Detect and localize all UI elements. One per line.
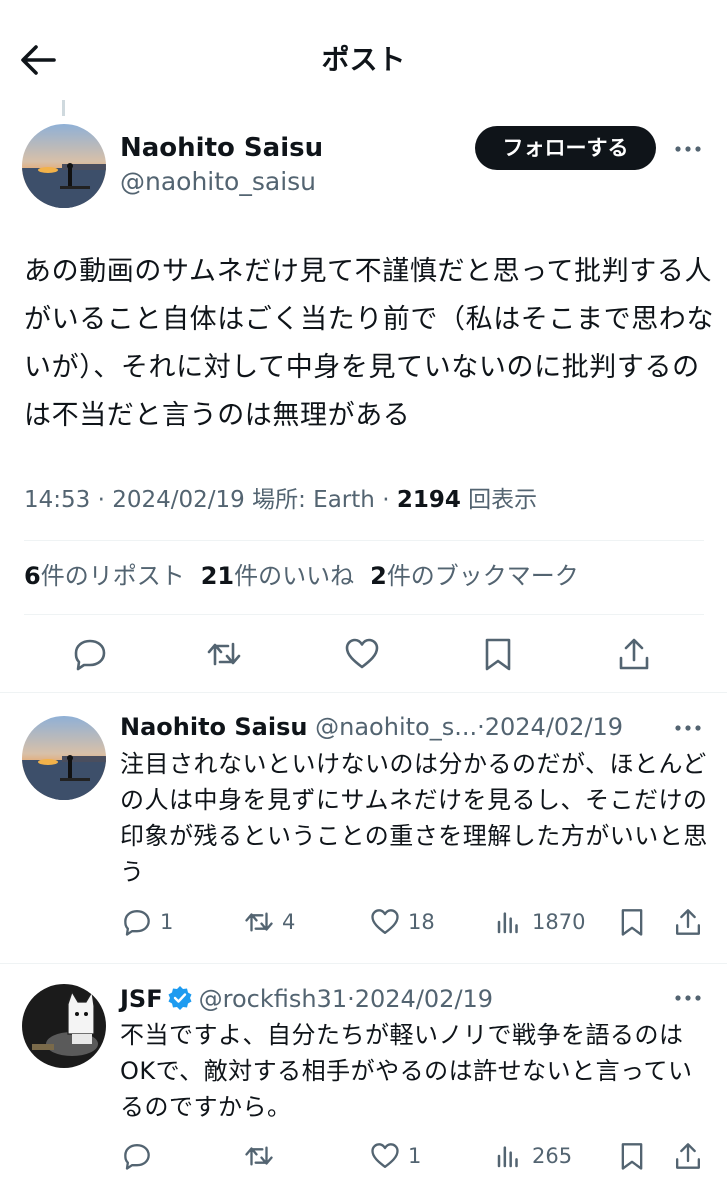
views-icon [497, 912, 518, 934]
more-icon[interactable] [673, 144, 703, 154]
reply-avatar[interactable] [22, 984, 106, 1068]
views-icon [497, 1146, 518, 1168]
reply-action[interactable]: 1 [122, 905, 173, 939]
bookmark-glyph [621, 909, 643, 936]
like-count: 18 [408, 910, 435, 934]
bookmarks-count: 2 [370, 562, 387, 590]
repost-action[interactable] [244, 1139, 282, 1173]
post-date: 2024/02/19 [112, 487, 245, 513]
reply-text: 不当ですよ、自分たちが軽いノリで戦争を語るのはOKで、敵対する相手がやるのは許せ… [120, 1021, 693, 1121]
share-glyph [676, 1143, 700, 1169]
reply-date[interactable]: 2024/02/19 [485, 713, 623, 741]
reposts-stat[interactable]: 6件のリポスト [24, 562, 185, 590]
reply-author-name[interactable]: Naohito Saisu [120, 713, 307, 741]
like-count: 1 [408, 1144, 422, 1168]
reposts-count: 6 [24, 562, 41, 590]
post-time: 14:53 [24, 487, 91, 513]
reply-icon [124, 910, 150, 936]
bookmark-icon[interactable] [617, 905, 655, 939]
post-location: 場所: Earth [252, 487, 375, 513]
like-action[interactable]: 18 [370, 905, 435, 939]
share-icon[interactable] [673, 905, 711, 939]
reply-author-name[interactable]: JSF [120, 985, 163, 1013]
repost-icon[interactable] [206, 636, 242, 672]
thread-connector [62, 100, 65, 116]
more-icon[interactable] [673, 723, 703, 733]
bookmark-icon[interactable] [617, 1139, 655, 1173]
author-handle[interactable]: @naohito_saisu [120, 166, 316, 198]
bookmarks-stat[interactable]: 2件のブックマーク [370, 562, 579, 590]
divider [0, 692, 727, 693]
page-title: ポスト [321, 43, 406, 76]
views-count: 265 [532, 1144, 573, 1168]
reply-date[interactable]: 2024/02/19 [355, 985, 493, 1013]
views-action[interactable]: 265 [494, 1139, 572, 1173]
share-icon[interactable] [673, 1139, 711, 1173]
reply-action[interactable] [122, 1139, 160, 1173]
like-action[interactable]: 1 [370, 1139, 421, 1173]
bookmark-icon[interactable] [480, 636, 516, 672]
top-bar: ポスト [0, 0, 727, 118]
reply-icon[interactable] [72, 636, 108, 672]
repost-icon [245, 912, 273, 932]
repost-icon [245, 1146, 273, 1166]
likes-label: 件のいいね [234, 562, 355, 590]
views-action[interactable]: 1870 [494, 905, 585, 939]
author-name[interactable]: Naohito Saisu [120, 130, 323, 166]
divider [24, 540, 704, 541]
likes-stat[interactable]: 21件のいいね [201, 562, 354, 590]
views-count: 1870 [532, 910, 586, 934]
verified-badge-icon [167, 985, 193, 1011]
reply-icon [124, 1144, 150, 1170]
likes-count: 21 [200, 562, 235, 590]
bookmark-glyph [621, 1143, 643, 1170]
reply-author-handle[interactable]: @rockfish31 [199, 985, 348, 1013]
reply-header: JSF @rockfish31·2024/02/19 [120, 985, 494, 1013]
reply-author-handle[interactable]: @naohito_s... [315, 713, 477, 741]
author-avatar[interactable] [22, 124, 106, 208]
post-stats: 6件のリポスト 21件のいいね 2件のブックマーク [24, 558, 579, 594]
share-glyph [676, 909, 700, 935]
reply-avatar[interactable] [22, 716, 106, 800]
reply-count: 1 [160, 910, 174, 934]
follow-button[interactable]: フォローする [475, 126, 656, 170]
views-label: 回表示 [468, 487, 538, 513]
share-icon[interactable] [616, 636, 652, 672]
divider [0, 963, 727, 964]
more-icon[interactable] [673, 993, 703, 1003]
like-icon[interactable] [344, 636, 380, 672]
repost-count: 4 [282, 910, 296, 934]
reposts-label: 件のリポスト [40, 562, 185, 590]
divider [24, 614, 704, 615]
reply-text: 注目されないといけないのは分かるのだが、ほとんどの人は中身を見ずにサムネだけを見… [120, 750, 708, 886]
views-count: 2194 [396, 487, 461, 513]
post-text: あの動画のサムネだけ見て不謹慎だと思って批判する人がいること自体はごく当たり前で… [24, 256, 714, 431]
like-icon [371, 1143, 399, 1168]
like-icon [371, 909, 399, 934]
bookmarks-label: 件のブックマーク [386, 562, 579, 590]
post-meta: 14:53 · 2024/02/19 場所: Earth · 2194 回表示 [24, 487, 538, 513]
reply-header: Naohito Saisu @naohito_s...·2024/02/19 [120, 713, 624, 741]
repost-action[interactable]: 4 [244, 905, 295, 939]
